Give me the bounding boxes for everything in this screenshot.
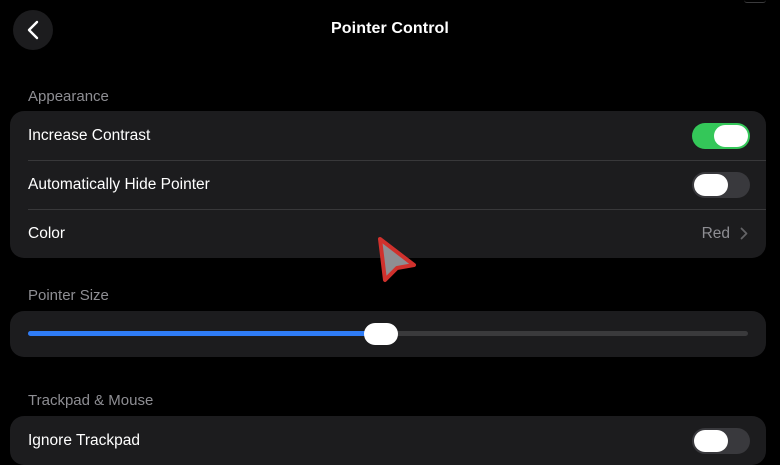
increase-contrast-label: Increase Contrast (28, 126, 151, 144)
toggle-knob (694, 430, 728, 452)
color-value: Red (701, 224, 730, 242)
pointer-size-slider-fill (28, 331, 381, 336)
ignore-trackpad-toggle[interactable] (692, 428, 750, 454)
section-header-trackpad-mouse: Trackpad & Mouse (28, 392, 154, 409)
chevron-right-icon (740, 227, 748, 240)
toggle-knob (694, 174, 728, 196)
pointer-cursor-icon (378, 237, 416, 282)
section-header-pointer-size: Pointer Size (28, 287, 109, 304)
increase-contrast-toggle[interactable] (692, 123, 750, 149)
toggle-knob (714, 125, 748, 147)
ignore-trackpad-row: Ignore Trackpad (10, 416, 766, 465)
trackpad-mouse-group: Ignore Trackpad (10, 416, 766, 465)
auto-hide-pointer-toggle[interactable] (692, 172, 750, 198)
ignore-trackpad-label: Ignore Trackpad (28, 431, 141, 449)
section-header-appearance: Appearance (28, 88, 109, 105)
pointer-size-group (10, 311, 766, 357)
auto-hide-pointer-row: Automatically Hide Pointer (10, 160, 766, 209)
page-title: Pointer Control (331, 20, 449, 37)
increase-contrast-row: Increase Contrast (10, 111, 766, 160)
status-indicator (744, 0, 766, 3)
pointer-size-slider-thumb[interactable] (363, 323, 398, 345)
color-label: Color (28, 224, 66, 242)
auto-hide-pointer-label: Automatically Hide Pointer (28, 175, 210, 193)
